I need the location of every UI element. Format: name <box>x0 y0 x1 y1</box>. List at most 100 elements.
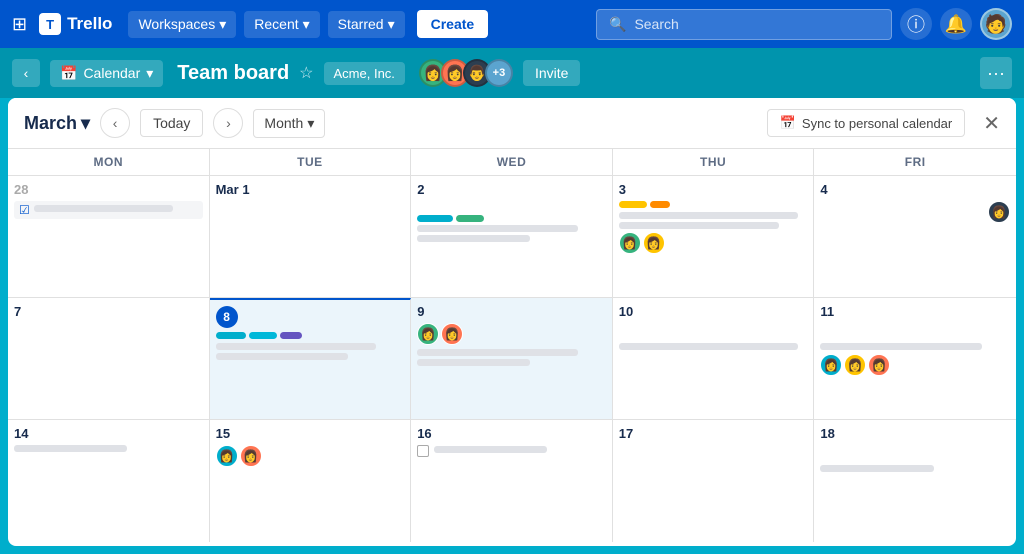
trello-logo[interactable]: T Trello <box>39 13 112 35</box>
cell-15-avatars: 👩 👩 <box>216 445 405 467</box>
sync-calendar-button[interactable]: 📅 Sync to personal calendar <box>767 109 966 137</box>
cal-cell-11[interactable]: 11 👩 👩 👩 <box>814 298 1016 419</box>
cal-cell-4[interactable]: 4 👩 <box>814 176 1016 297</box>
user-avatar[interactable]: 🧑 <box>980 8 1012 40</box>
member-avatars: 👩 👩 👨 +3 <box>419 59 513 87</box>
date-9: 9 <box>417 304 606 319</box>
date-7: 7 <box>14 304 203 319</box>
more-options-button[interactable]: ··· <box>980 57 1012 89</box>
avatar-cell15-2[interactable]: 👩 <box>240 445 262 467</box>
search-bar[interactable]: 🔍 <box>596 9 892 40</box>
recent-menu[interactable]: Recent ▾ <box>244 11 319 38</box>
workspaces-menu[interactable]: Workspaces ▾ <box>128 11 236 38</box>
day-header-wed: WED <box>411 149 613 175</box>
calendar-body: 28 ☑ Mar 1 2 <box>8 176 1016 542</box>
collapse-sidebar-button[interactable]: ‹ <box>12 59 40 87</box>
event-bar-green <box>456 215 484 222</box>
chevron-down-icon: ▾ <box>307 115 314 132</box>
event-bar-yellow <box>619 201 647 208</box>
event-bar-blue-8 <box>249 332 277 339</box>
calendar-row-1: 28 ☑ Mar 1 2 <box>8 176 1016 298</box>
calendar-sync-icon: 📅 <box>780 115 796 131</box>
next-month-button[interactable]: › <box>213 108 243 138</box>
cal-cell-18[interactable]: 18 <box>814 420 1016 542</box>
cal-cell-9[interactable]: 9 👩 👩 <box>411 298 613 419</box>
cal-cell-28[interactable]: 28 ☑ <box>8 176 210 297</box>
calendar-area: March ▾ ‹ Today › Month ▾ 📅 Sync to pers… <box>8 98 1016 546</box>
create-button[interactable]: Create <box>417 10 489 38</box>
calendar-row-2: 7 8 <box>8 298 1016 420</box>
calendar-icon: 📅 <box>60 65 77 82</box>
avatar-cell9-2[interactable]: 👩 <box>441 323 463 345</box>
event-bar-teal-8 <box>216 332 246 339</box>
month-selector[interactable]: March ▾ <box>24 113 90 134</box>
cal-cell-15[interactable]: 15 👩 👩 <box>210 420 412 542</box>
info-button[interactable]: ⓘ <box>900 8 932 40</box>
date-11: 11 <box>820 304 1010 319</box>
card-mon28-1[interactable]: ☑ <box>14 201 203 219</box>
invite-button[interactable]: Invite <box>523 60 580 86</box>
cal-cell-14[interactable]: 14 <box>8 420 210 542</box>
cal-cell-10[interactable]: 10 <box>613 298 815 419</box>
event-bar-orange <box>650 201 670 208</box>
avatar-cell11-1[interactable]: 👩 <box>820 354 842 376</box>
date-28: 28 <box>14 182 203 197</box>
board-title: Team board <box>177 62 289 85</box>
chevron-down-icon: ▾ <box>219 16 226 33</box>
trello-logo-box: T <box>39 13 61 35</box>
day-header-tue: TUE <box>210 149 412 175</box>
notifications-button[interactable]: 🔔 <box>940 8 972 40</box>
month-navigation: March ▾ <box>24 113 90 134</box>
workspace-tag[interactable]: Acme, Inc. <box>324 62 405 85</box>
calendar-view-toggle[interactable]: 📅 Calendar ▾ <box>50 60 163 87</box>
date-2: 2 <box>417 182 606 197</box>
avatar-cell11-3[interactable]: 👩 <box>868 354 890 376</box>
close-calendar-button[interactable]: ✕ <box>983 111 1000 136</box>
date-15: 15 <box>216 426 405 441</box>
avatar-cell15-1[interactable]: 👩 <box>216 445 238 467</box>
cal-cell-7[interactable]: 7 <box>8 298 210 419</box>
avatar-cell11-2[interactable]: 👩 <box>844 354 866 376</box>
search-icon: 🔍 <box>609 16 626 33</box>
date-3: 3 <box>619 182 808 197</box>
cal-cell-2[interactable]: 2 <box>411 176 613 297</box>
cal-cell-17[interactable]: 17 <box>613 420 815 542</box>
cell-9-avatars: 👩 👩 <box>417 323 606 345</box>
date-8: 8 <box>216 306 405 328</box>
cal-cell-8[interactable]: 8 <box>210 298 412 419</box>
cal-cell-3[interactable]: 3 👩 👩 <box>613 176 815 297</box>
date-4: 4 <box>820 182 1010 197</box>
prev-month-button[interactable]: ‹ <box>100 108 130 138</box>
date-14: 14 <box>14 426 203 441</box>
board-header: ‹ 📅 Calendar ▾ Team board ☆ Acme, Inc. 👩… <box>0 48 1024 98</box>
star-board-button[interactable]: ☆ <box>299 63 313 83</box>
chevron-down-icon: ▾ <box>146 65 153 82</box>
calendar-header-row: MON TUE WED THU FRI <box>8 149 1016 176</box>
date-16: 16 <box>417 426 606 441</box>
calendar-grid: MON TUE WED THU FRI 28 ☑ <box>8 149 1016 542</box>
checkbox-empty-icon <box>417 445 429 457</box>
date-10: 10 <box>619 304 808 319</box>
avatar-cell9-1[interactable]: 👩 <box>417 323 439 345</box>
avatar-cell3-1[interactable]: 👩 <box>619 232 641 254</box>
day-header-fri: FRI <box>814 149 1016 175</box>
trello-wordmark: Trello <box>67 14 112 34</box>
calendar-row-3: 14 15 👩 👩 16 <box>8 420 1016 542</box>
cal-cell-16[interactable]: 16 <box>411 420 613 542</box>
date-18: 18 <box>820 426 1010 441</box>
cal-cell-mar1[interactable]: Mar 1 <box>210 176 412 297</box>
chevron-down-icon: ▾ <box>303 16 310 33</box>
event-bar-purple-8 <box>280 332 302 339</box>
search-input[interactable] <box>634 16 879 32</box>
day-header-mon: MON <box>8 149 210 175</box>
avatar-cell3-2[interactable]: 👩 <box>643 232 665 254</box>
checkbox-icon: ☑ <box>19 203 30 217</box>
today-button[interactable]: Today <box>140 109 203 137</box>
cell-11-avatars: 👩 👩 👩 <box>820 354 1010 376</box>
starred-menu[interactable]: Starred ▾ <box>328 11 405 38</box>
view-selector[interactable]: Month ▾ <box>253 109 325 138</box>
avatar-cell4-1[interactable]: 👩 <box>988 201 1010 223</box>
chevron-down-icon: ▾ <box>81 113 90 134</box>
member-count-badge[interactable]: +3 <box>485 59 513 87</box>
grid-icon[interactable]: ⊞ <box>12 14 27 35</box>
